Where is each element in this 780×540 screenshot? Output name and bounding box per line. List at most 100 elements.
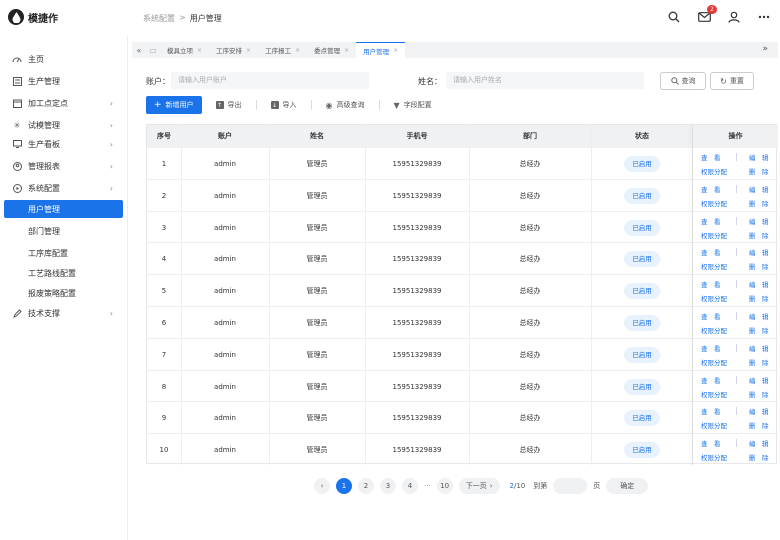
- delete-button[interactable]: 删 除: [749, 389, 769, 399]
- cell-no: 6: [161, 319, 167, 327]
- view-button[interactable]: 查 看: [701, 184, 721, 194]
- edit-button[interactable]: 编 辑: [749, 247, 769, 257]
- permission-button[interactable]: 权限分配: [701, 452, 727, 462]
- goto-confirm-button[interactable]: 确定: [606, 478, 649, 494]
- page-1[interactable]: 1: [336, 478, 352, 494]
- tab-process-report[interactable]: 工序报工 ×: [258, 42, 307, 58]
- tab-scroll-right[interactable]: »: [762, 44, 768, 54]
- more-icon[interactable]: [756, 9, 772, 25]
- page-last[interactable]: 10: [436, 478, 453, 494]
- close-icon[interactable]: ×: [197, 47, 202, 54]
- column-divider: [181, 125, 182, 465]
- close-icon[interactable]: ×: [393, 47, 398, 54]
- edit-button[interactable]: 编 辑: [749, 311, 769, 321]
- view-button[interactable]: 查 看: [701, 279, 721, 289]
- field-config-button[interactable]: ▼ 字段配置: [394, 100, 432, 110]
- sidebar-item-label: 工艺路线配置: [28, 268, 76, 278]
- tab-user-manage[interactable]: 用户管理 ×: [356, 42, 406, 58]
- delete-button[interactable]: 删 除: [749, 325, 769, 335]
- edit-button[interactable]: 编 辑: [749, 438, 769, 448]
- close-icon[interactable]: ×: [295, 47, 300, 54]
- sidebar-item-scrap-policy[interactable]: 报废策略配置: [4, 284, 123, 302]
- edit-button[interactable]: 编 辑: [749, 375, 769, 385]
- permission-button[interactable]: 权限分配: [701, 198, 727, 208]
- sidebar-item-departments[interactable]: 部门管理: [4, 222, 123, 240]
- sidebar-item-processing[interactable]: 加工点定点 ›: [4, 94, 123, 112]
- mail-icon[interactable]: 2: [696, 5, 717, 25]
- query-button[interactable]: 查询: [660, 72, 706, 90]
- tab-mold-project[interactable]: 模具立项 ×: [160, 42, 209, 58]
- delete-button[interactable]: 删 除: [749, 198, 769, 208]
- delete-button[interactable]: 删 除: [749, 230, 769, 240]
- close-icon[interactable]: ×: [344, 47, 349, 54]
- account-input[interactable]: 请输入用户账户: [171, 72, 369, 89]
- permission-button[interactable]: 权限分配: [701, 389, 727, 399]
- sidebar-item-home[interactable]: 主页: [4, 50, 123, 68]
- advanced-query-button[interactable]: ◉ 高级查询: [326, 100, 365, 110]
- sidebar-item-board[interactable]: 生产看板 ›: [4, 135, 123, 153]
- sidebar-item-reports[interactable]: 管理报表 ›: [4, 157, 123, 175]
- view-button[interactable]: 查 看: [701, 311, 721, 321]
- delete-button[interactable]: 删 除: [749, 293, 769, 303]
- view-button[interactable]: 查 看: [701, 152, 721, 162]
- edit-button[interactable]: 编 辑: [749, 152, 769, 162]
- page-4[interactable]: 4: [402, 478, 418, 494]
- view-button[interactable]: 查 看: [701, 343, 721, 353]
- delete-button[interactable]: 删 除: [749, 166, 769, 176]
- permission-button[interactable]: 权限分配: [701, 261, 727, 271]
- delete-button[interactable]: 删 除: [749, 420, 769, 430]
- permission-button[interactable]: 权限分配: [701, 420, 727, 430]
- view-button[interactable]: 查 看: [701, 375, 721, 385]
- prev-page-button[interactable]: ‹: [314, 478, 330, 494]
- edit-button[interactable]: 编 辑: [749, 184, 769, 194]
- view-button[interactable]: 查 看: [701, 406, 721, 416]
- sidebar-item-process-library[interactable]: 工序库配置: [4, 244, 123, 262]
- export-button[interactable]: ↑ 导出: [215, 100, 242, 110]
- edit-button[interactable]: 编 辑: [749, 216, 769, 226]
- delete-button[interactable]: 删 除: [749, 357, 769, 367]
- sidebar-item-tech-support[interactable]: 技术支撑 ›: [4, 304, 123, 322]
- edit-button[interactable]: 编 辑: [749, 279, 769, 289]
- droplet-icon: [8, 9, 24, 25]
- table-row: 5 admin 管理员 15951329839 总经办 已启用 查 看 编 辑权限分配 删 除: [147, 274, 778, 306]
- sidebar-item-production[interactable]: 生产管理: [4, 72, 123, 90]
- chevron-right-icon: ›: [109, 120, 113, 130]
- reset-button[interactable]: ↻ 重置: [710, 72, 754, 90]
- add-user-button[interactable]: + 新增用户: [146, 96, 202, 114]
- view-button[interactable]: 查 看: [701, 438, 721, 448]
- home-tab-icon[interactable]: ▭: [146, 46, 160, 55]
- sidebar-item-system[interactable]: 系统配置 ›: [4, 179, 123, 197]
- page-3[interactable]: 3: [380, 478, 396, 494]
- user-icon[interactable]: [726, 9, 742, 25]
- delete-button[interactable]: 删 除: [749, 261, 769, 271]
- name-input[interactable]: 请输入用户姓名: [446, 72, 644, 89]
- sidebar-item-users[interactable]: 用户管理: [4, 200, 123, 218]
- permission-button[interactable]: 权限分配: [701, 230, 727, 240]
- permission-button[interactable]: 权限分配: [701, 357, 727, 367]
- cell-phone: 15951329839: [392, 287, 442, 296]
- view-button[interactable]: 查 看: [701, 216, 721, 226]
- app-logo[interactable]: 模捷作: [8, 9, 58, 25]
- top-bar: 模捷作 系统配置 > 用户管理 2: [0, 0, 780, 36]
- page-2[interactable]: 2: [358, 478, 374, 494]
- goto-page-input[interactable]: [553, 478, 588, 494]
- permission-button[interactable]: 权限分配: [701, 166, 727, 176]
- delete-button[interactable]: 删 除: [749, 452, 769, 462]
- plus-icon: +: [154, 100, 162, 110]
- permission-button[interactable]: 权限分配: [701, 293, 727, 303]
- col-header-account: 账户: [218, 132, 232, 140]
- view-button[interactable]: 查 看: [701, 247, 721, 257]
- permission-button[interactable]: 权限分配: [701, 325, 727, 335]
- search-icon[interactable]: [666, 9, 682, 25]
- close-icon[interactable]: ×: [246, 47, 251, 54]
- edit-button[interactable]: 编 辑: [749, 406, 769, 416]
- tab-scroll-left[interactable]: «: [132, 46, 146, 55]
- next-page-button[interactable]: 下一页 ›: [458, 478, 500, 494]
- tab-point-manage[interactable]: 委点管理 ×: [307, 42, 356, 58]
- breadcrumb-parent[interactable]: 系统配置: [143, 13, 175, 24]
- sidebar-item-route-config[interactable]: 工艺路线配置: [4, 264, 123, 282]
- tab-process-arrange[interactable]: 工序安排 ×: [209, 42, 258, 58]
- import-button[interactable]: ↓ 导入: [270, 100, 297, 110]
- edit-button[interactable]: 编 辑: [749, 343, 769, 353]
- sidebar-item-trial[interactable]: ✳ 试模管理 ›: [4, 116, 123, 134]
